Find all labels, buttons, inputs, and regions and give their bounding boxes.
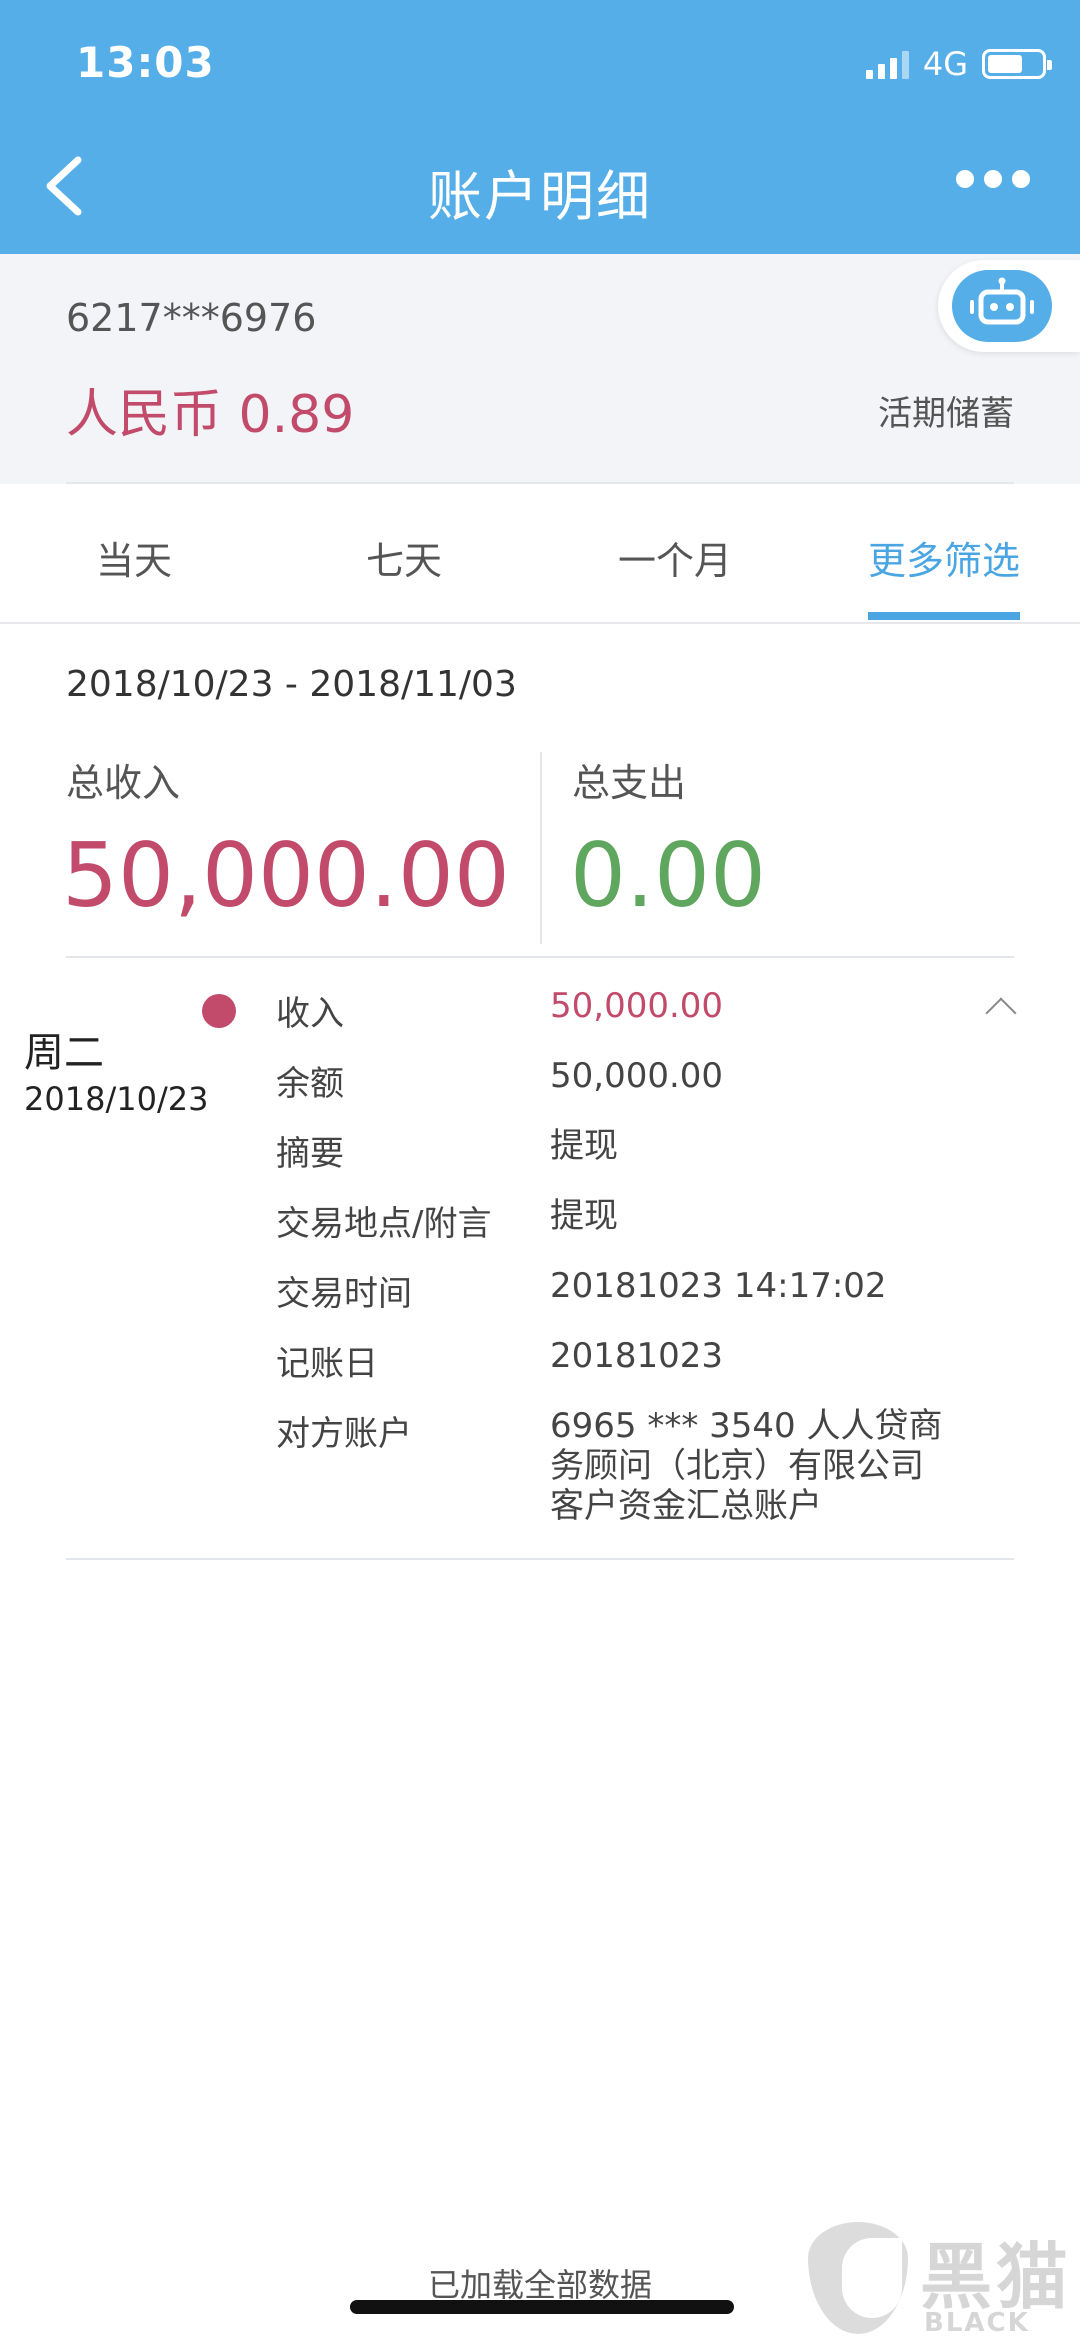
detail-label: 对方账户 xyxy=(276,1414,412,1454)
detail-value: 50,000.00 xyxy=(550,986,724,1026)
status-time: 13:03 xyxy=(76,38,215,87)
detail-label: 余额 xyxy=(276,1064,344,1104)
robot-icon xyxy=(970,277,1034,325)
more-dot-icon xyxy=(1012,170,1030,188)
total-expense-label: 总支出 xyxy=(572,761,687,805)
account-balance: 人民币 0.89 xyxy=(66,385,355,445)
tab-seven-days[interactable]: 七天 xyxy=(366,530,442,585)
detail-value: 50,000.00 xyxy=(550,1056,724,1096)
tab-more-filters[interactable]: 更多筛选 xyxy=(868,530,1020,585)
transaction-date: 2018/10/23 xyxy=(24,1080,209,1118)
tab-one-month[interactable]: 一个月 xyxy=(618,530,732,585)
detail-label: 交易地点/附言 xyxy=(276,1204,492,1244)
filter-tabs: 当天 七天 一个月 更多筛选 xyxy=(0,484,1080,624)
detail-label: 摘要 xyxy=(276,1134,344,1174)
total-expense-value: 0.00 xyxy=(570,824,766,927)
account-type: 活期储蓄 xyxy=(878,394,1014,434)
divider xyxy=(66,956,1014,958)
tab-today[interactable]: 当天 xyxy=(96,530,172,585)
counterparty-line: 务顾问（北京）有限公司 xyxy=(550,1446,924,1486)
account-card: 6217***6976 人民币 0.89 活期储蓄 xyxy=(0,254,1080,484)
counterparty-account: 6965 *** 3540 人人贷商 务顾问（北京）有限公司 客户资金汇总账户 xyxy=(550,1406,942,1526)
account-number: 6217***6976 xyxy=(66,296,317,340)
detail-label: 收入 xyxy=(276,994,344,1034)
signal-icon xyxy=(865,49,909,79)
counterparty-line: 客户资金汇总账户 xyxy=(550,1486,822,1526)
detail-value: 提现 xyxy=(550,1196,618,1236)
app-header: 13:03 4G 账户明细 xyxy=(0,0,1080,254)
detail-label: 交易时间 xyxy=(276,1274,412,1314)
watermark-logo: 黑猫 BLACK CAT xyxy=(808,2222,1078,2339)
assistant-button[interactable] xyxy=(938,260,1080,352)
divider xyxy=(66,1558,1014,1560)
detail-label: 记账日 xyxy=(276,1344,378,1384)
detail-value: 20181023 xyxy=(550,1336,724,1376)
more-dot-icon xyxy=(956,170,974,188)
network-label: 4G xyxy=(922,45,968,83)
page-title: 账户明细 xyxy=(428,165,652,228)
active-tab-indicator xyxy=(868,612,1020,620)
counterparty-line: 6965 *** 3540 人人贷商 xyxy=(550,1406,943,1446)
watermark-en: BLACK CAT xyxy=(924,2308,1030,2339)
battery-icon xyxy=(982,49,1052,79)
detail-value: 提现 xyxy=(550,1126,618,1166)
cat-logo-icon xyxy=(808,2222,908,2334)
date-range: 2018/10/23 - 2018/11/03 xyxy=(66,664,517,705)
divider xyxy=(540,752,542,944)
status-icons: 4G xyxy=(865,44,1052,84)
chevron-up-icon[interactable] xyxy=(985,997,1017,1029)
detail-value: 20181023 14:17:02 xyxy=(550,1266,887,1306)
income-dot-icon xyxy=(202,994,236,1028)
total-income-value: 50,000.00 xyxy=(62,824,510,927)
home-indicator xyxy=(350,2300,734,2314)
more-dot-icon xyxy=(984,170,1002,188)
total-income-label: 总收入 xyxy=(66,761,181,805)
more-options-button[interactable] xyxy=(956,170,1030,188)
transaction-weekday: 周二 xyxy=(24,1030,104,1076)
